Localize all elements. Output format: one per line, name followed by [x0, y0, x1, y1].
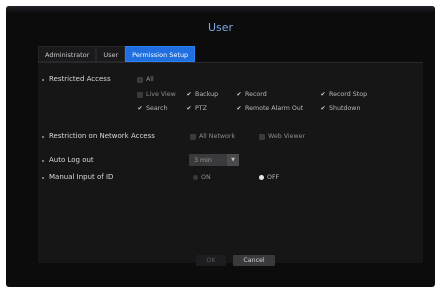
checkbox-record-stop[interactable]: ✔ Record Stop	[320, 91, 367, 98]
checkbox-label: Live View	[146, 91, 176, 98]
radio-off[interactable]: OFF	[259, 174, 279, 181]
checkbox-label: PTZ	[195, 105, 207, 112]
ok-button[interactable]: OK	[196, 255, 226, 266]
tab-bar: Administrator User Permission Setup	[38, 46, 196, 62]
checkbox-record[interactable]: ✔ Record	[236, 90, 267, 98]
checkbox-label: Record Stop	[329, 91, 368, 98]
checkbox-web-viewer[interactable]: Web Viewer	[259, 133, 305, 140]
manual-id-label: Manual Input of ID	[49, 173, 114, 181]
checkbox-search[interactable]: ✔ Search	[137, 104, 168, 112]
checkbox-icon	[137, 91, 143, 98]
checkbox-backup[interactable]: ✔ Backup	[186, 91, 218, 98]
tab-permission-setup[interactable]: Permission Setup	[125, 46, 196, 62]
checkbox-remote-alarm-out[interactable]: ✔ Remote Alarm Out	[236, 105, 303, 112]
bullet-icon	[42, 79, 44, 81]
check-icon: ✔	[137, 104, 143, 112]
checkbox-shutdown[interactable]: ✔ Shutdown	[320, 105, 360, 112]
radio-label: OFF	[267, 174, 280, 181]
checkbox-label: Backup	[195, 91, 219, 98]
checkbox-label: Shutdown	[329, 105, 361, 112]
bullet-icon	[42, 177, 44, 179]
check-icon: ✔	[186, 90, 192, 98]
radio-label: ON	[201, 174, 211, 181]
checkbox-icon	[259, 133, 265, 140]
check-icon: ✔	[186, 104, 192, 112]
checkbox-ptz[interactable]: ✔ PTZ	[186, 104, 207, 112]
auto-logout-label: Auto Log out	[49, 156, 94, 164]
tab-user[interactable]: User	[96, 46, 126, 62]
radio-on[interactable]: ON	[193, 174, 211, 181]
title-strip	[6, 6, 435, 13]
check-icon: ✔	[320, 90, 326, 98]
checkbox-label: Web Viewer	[268, 133, 306, 140]
checkbox-icon	[190, 133, 196, 140]
user-dialog: User Administrator User Permission Setup…	[6, 6, 435, 287]
auto-logout-select[interactable]: 3 min ▼	[189, 154, 239, 166]
checkbox-all-network[interactable]: All Network	[190, 133, 235, 140]
checkbox-icon	[137, 76, 143, 83]
bullet-icon	[42, 136, 44, 138]
checkbox-label: Record	[245, 91, 267, 98]
restricted-access-label: Restricted Access	[49, 75, 111, 83]
checkbox-live-view[interactable]: Live View	[137, 91, 176, 98]
checkbox-all[interactable]: All	[137, 76, 154, 83]
radio-icon	[193, 175, 198, 180]
check-icon: ✔	[236, 104, 242, 112]
select-value: 3 min	[194, 156, 212, 164]
checkbox-label: Search	[146, 105, 168, 112]
network-access-label: Restriction on Network Access	[49, 132, 155, 140]
checkbox-label: Remote Alarm Out	[245, 105, 304, 112]
check-icon: ✔	[320, 104, 326, 112]
radio-selected-icon	[259, 175, 264, 180]
checkbox-label: All Network	[199, 133, 236, 140]
bullet-icon	[42, 160, 44, 162]
cancel-button[interactable]: Cancel	[233, 255, 275, 266]
check-icon: ✔	[236, 90, 242, 98]
dialog-title: User	[207, 21, 234, 34]
chevron-down-icon: ▼	[227, 154, 239, 166]
checkbox-label: All	[146, 76, 154, 83]
tab-administrator[interactable]: Administrator	[38, 46, 97, 62]
